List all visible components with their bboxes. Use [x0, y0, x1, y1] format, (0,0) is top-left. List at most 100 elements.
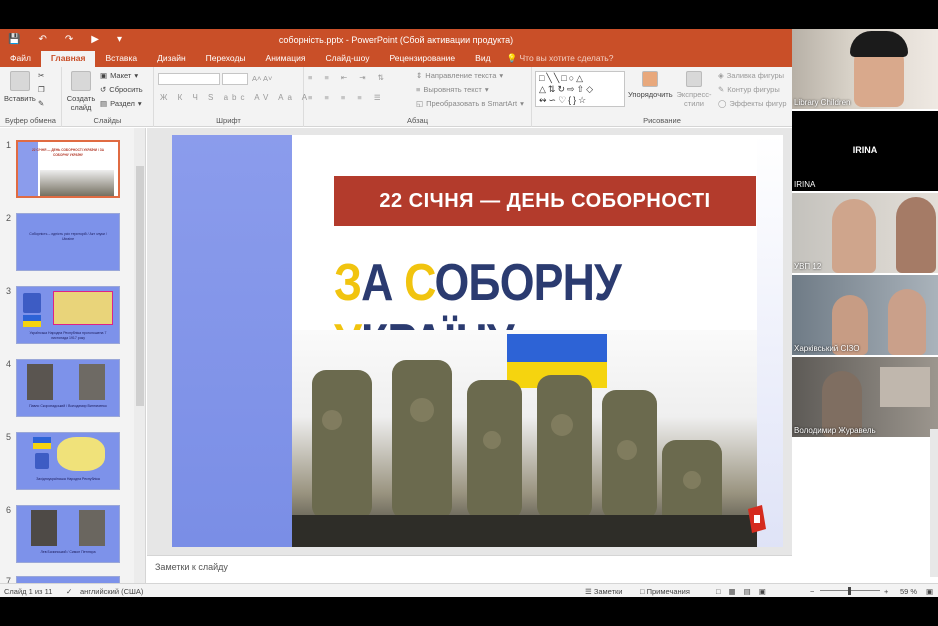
- slide-thumbnail[interactable]: 1 22 СІЧНЯ — ДЕНЬ СОБОРНОСТІ УКРАЇНИ / З…: [0, 138, 134, 202]
- shape-fill-button[interactable]: ◈ Заливка фигуры: [718, 71, 784, 80]
- thumbnail-map: [53, 291, 113, 325]
- list-icons[interactable]: ≡ ≡ ⇤ ⇥ ⇅: [308, 73, 389, 82]
- notes-area[interactable]: Заметки к слайду: [147, 555, 792, 583]
- scrollbar-thumb[interactable]: [136, 166, 144, 406]
- thumbnail-preview: [16, 576, 120, 583]
- video-panel-scrollbar[interactable]: [930, 429, 938, 577]
- paint-bucket-icon: ◈: [718, 71, 724, 80]
- tell-me-box[interactable]: 💡 Что вы хотите сделать?: [501, 51, 620, 67]
- slide-thumbnail[interactable]: 6 Лев Бачинський / Симон Петлюра: [0, 503, 134, 567]
- tab-view[interactable]: Вид: [465, 51, 500, 67]
- arrange-icon: [642, 71, 659, 87]
- smartart-button[interactable]: ◱ Преобразовать в SmartArt ▾: [416, 99, 524, 108]
- drawing-group-label: Рисование: [643, 116, 681, 125]
- paste-button[interactable]: Вставить: [4, 71, 36, 103]
- shapes-gallery[interactable]: □╲╲□○△ △⇅↻⇨⇧◇ ↭∽♡{}☆: [535, 71, 625, 107]
- participant-name: Харківський СІЗО: [794, 344, 860, 353]
- participant-center-name: IRINA: [852, 145, 878, 155]
- tab-review[interactable]: Рецензирование: [380, 51, 466, 67]
- slide-thumbnail[interactable]: 4 Павло Скоропадський / Володимир Виннич…: [0, 357, 134, 421]
- pen-icon: ✎: [718, 85, 725, 94]
- arrange-button[interactable]: Упорядочить: [628, 71, 673, 99]
- tab-animation[interactable]: Анимация: [256, 51, 316, 67]
- participant-hair: [850, 31, 908, 57]
- current-slide[interactable]: 22 СІЧНЯ — ДЕНЬ СОБОРНОСТІ УКРАЇНИ ЗА СО…: [172, 135, 783, 547]
- section-button[interactable]: ▤ Раздел ▾: [100, 99, 142, 108]
- shape-outline-button[interactable]: ✎ Контур фигуры: [718, 85, 780, 94]
- ukraine-flag-icon: [33, 437, 51, 449]
- video-tile[interactable]: Володимир Журавель: [792, 357, 938, 437]
- tab-design[interactable]: Дизайн: [147, 51, 196, 67]
- screen: 💾 ↶ ↷ ▶ ▾ соборність.pptx - PowerPoint (…: [0, 29, 938, 597]
- thumbnail-portrait: [31, 510, 57, 546]
- format-painter-icon[interactable]: ✎: [38, 99, 44, 108]
- slide-thumbnail-panel: 1 22 СІЧНЯ — ДЕНЬ СОБОРНОСТІ УКРАЇНИ / З…: [0, 128, 146, 583]
- align-text-icon: ≡: [416, 85, 421, 94]
- reset-button[interactable]: ↺ Сбросить: [100, 85, 143, 94]
- font-name-input[interactable]: [158, 73, 220, 85]
- window-title: соборність.pptx - PowerPoint (Сбой актив…: [278, 35, 514, 45]
- view-buttons[interactable]: □▦▤▣: [716, 587, 774, 596]
- ribbon-tabs: Файл Главная Вставка Дизайн Переходы Ани…: [0, 51, 792, 67]
- paste-icon: [9, 71, 30, 91]
- language-indicator[interactable]: английский (США): [80, 587, 143, 596]
- tab-transitions[interactable]: Переходы: [196, 51, 256, 67]
- tab-slideshow[interactable]: Слайд-шоу: [315, 51, 379, 67]
- text-direction-icon: ⇕: [416, 71, 423, 80]
- participant-name: IRINA: [794, 180, 816, 189]
- spellcheck-icon[interactable]: ✓: [66, 587, 72, 596]
- zoom-level[interactable]: 59 %: [900, 587, 917, 596]
- slide-thumbnail[interactable]: 7: [0, 574, 134, 583]
- clipboard-group: Вставить ✂ ❐ ✎ Буфер обмена: [0, 67, 62, 127]
- text-direction-button[interactable]: ⇕ Направление текста ▾: [416, 71, 503, 80]
- video-tile[interactable]: УВП 12: [792, 193, 938, 273]
- slide-thumbnail[interactable]: 3 Українська Народна Республіка проголош…: [0, 284, 134, 348]
- thumbnail-preview: Західноукраїнська Народна Республіка: [16, 432, 120, 490]
- notes-button[interactable]: ☰ Заметки: [585, 587, 623, 596]
- copy-icon[interactable]: ❐: [38, 85, 45, 94]
- section-icon: ▤: [100, 99, 108, 108]
- shape-effects-button[interactable]: ◯ Эффекты фигур: [718, 99, 787, 108]
- zoom-out-icon[interactable]: −: [810, 587, 814, 596]
- slide-thumbnail[interactable]: 2 Соборність – єдність усіх територій / …: [0, 211, 134, 275]
- clipboard-group-label: Буфер обмена: [5, 116, 56, 125]
- tell-me-text: Что вы хотите сделать?: [519, 53, 614, 63]
- tab-home[interactable]: Главная: [40, 51, 96, 67]
- thumbnail-scrollbar[interactable]: [134, 128, 145, 583]
- thumbnail-portrait: [79, 364, 105, 400]
- effects-icon: ◯: [718, 99, 727, 108]
- video-tile[interactable]: IRINA IRINA: [792, 111, 938, 191]
- thumbnail-preview: Лев Бачинський / Симон Петлюра: [16, 505, 120, 563]
- title-bar: 💾 ↶ ↷ ▶ ▾ соборність.pptx - PowerPoint (…: [0, 29, 792, 51]
- video-tile[interactable]: Харківський СІЗО: [792, 275, 938, 355]
- zoom-in-icon[interactable]: +: [884, 587, 888, 596]
- thumbnail-photo: [40, 170, 114, 196]
- quick-styles-button[interactable]: Экспресс-стили: [676, 71, 712, 108]
- slides-group-label: Слайды: [93, 116, 122, 125]
- cut-icon[interactable]: ✂: [38, 71, 44, 80]
- font-size-input[interactable]: [222, 73, 248, 85]
- slide-canvas: 22 СІЧНЯ — ДЕНЬ СОБОРНОСТІ УКРАЇНИ ЗА СО…: [147, 128, 792, 583]
- flag-blue: [507, 334, 607, 362]
- thumbnail-preview: 22 СІЧНЯ — ДЕНЬ СОБОРНОСТІ УКРАЇНИ / ЗА …: [16, 140, 120, 198]
- font-style-icons[interactable]: Ж К Ч S abc AV Aa A: [160, 93, 311, 102]
- tab-file[interactable]: Файл: [0, 51, 41, 67]
- soldiers-photo: [292, 330, 757, 547]
- align-icons[interactable]: ≡ ≡ ≡ ≡ ☰: [308, 93, 386, 102]
- slide-left-gradient: [172, 135, 292, 547]
- ukraine-flag-icon: [23, 315, 41, 327]
- video-tile[interactable]: Library Children: [792, 29, 938, 109]
- tab-insert[interactable]: Вставка: [95, 51, 147, 67]
- font-size-grow-icon[interactable]: A˄ A˅: [252, 74, 272, 83]
- comments-button[interactable]: □ Примечания: [640, 587, 690, 596]
- font-group: A˄ A˅ Ж К Ч S abc AV Aa A Шрифт: [154, 67, 307, 127]
- new-slide-button[interactable]: Создать слайд: [66, 71, 96, 112]
- slide-thumbnail[interactable]: 5 Західноукраїнська Народна Республіка: [0, 430, 134, 494]
- soldiers-illustration: [292, 334, 757, 547]
- layout-button[interactable]: ▣ Макет ▾: [100, 71, 138, 80]
- fit-slide-icon[interactable]: ▣: [926, 587, 933, 596]
- align-text-button[interactable]: ≡ Выровнять текст ▾: [416, 85, 489, 94]
- notes-placeholder: Заметки к слайду: [155, 562, 228, 572]
- zoom-slider-thumb[interactable]: [848, 587, 851, 595]
- ribbon: Вставить ✂ ❐ ✎ Буфер обмена Создать слай…: [0, 67, 792, 127]
